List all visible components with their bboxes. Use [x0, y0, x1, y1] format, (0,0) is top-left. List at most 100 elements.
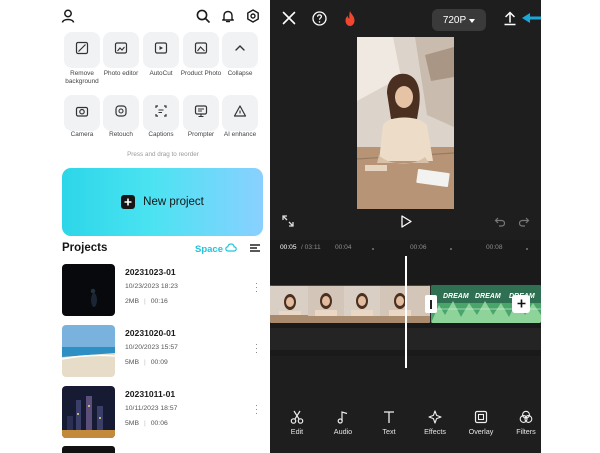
captions-tool[interactable]: [143, 95, 179, 131]
more-options-icon[interactable]: · · ·: [255, 279, 258, 296]
project-meta: 5MB | 00:09: [125, 359, 168, 366]
photo-editor-icon: [114, 41, 128, 60]
search-icon[interactable]: [196, 9, 210, 23]
product-photo-icon: [194, 41, 208, 60]
close-icon[interactable]: [282, 11, 296, 25]
toolbar-label: Edit: [290, 427, 304, 436]
autocut-tool[interactable]: [143, 32, 179, 68]
ai-enhance-tool[interactable]: [222, 95, 258, 131]
autocut-icon: [154, 41, 168, 60]
project-thumbnail-partial: [62, 446, 115, 453]
total-timecode: / 03:11: [301, 244, 321, 251]
toolbar-filters[interactable]: Filters: [503, 410, 541, 436]
projects-heading: Projects: [62, 242, 108, 254]
overlay-icon: [458, 410, 504, 424]
current-timecode: 00:05: [280, 244, 297, 251]
pointer-arrow-icon: [521, 12, 541, 24]
retouch-tool[interactable]: [103, 95, 139, 131]
photo-editor-tool[interactable]: [103, 32, 139, 68]
playhead[interactable]: [405, 256, 407, 368]
fullscreen-icon[interactable]: [282, 215, 294, 227]
settings-gear-icon[interactable]: [246, 9, 260, 23]
project-row[interactable]: 20231023-01 10/23/2023 18:23 2MB | 00:16 ·…: [62, 264, 268, 316]
profile-icon[interactable]: [61, 9, 75, 23]
project-size: 5MB: [125, 359, 139, 366]
space-link[interactable]: Space: [195, 243, 237, 255]
camera-icon: [75, 104, 89, 123]
new-project-button[interactable]: New project: [62, 168, 263, 236]
tool-label: AI enhance: [223, 131, 257, 138]
toolbar-label: Audio: [333, 427, 353, 436]
project-row[interactable]: 20231011-01 10/11/2023 18:57 5MB | 00:06 ·…: [62, 386, 268, 438]
more-options-icon[interactable]: · · ·: [255, 340, 258, 357]
toolbar-label: Text: [382, 427, 396, 436]
timeline-tick: 00:04: [335, 244, 352, 251]
home-top-bar: [56, 0, 270, 32]
toolbar-text[interactable]: Text: [366, 410, 412, 436]
project-thumbnail-night: [62, 264, 115, 316]
remove-background-icon: [75, 41, 89, 60]
timeline-dot: [372, 248, 374, 250]
plus-icon: [517, 295, 526, 313]
project-date: 10/11/2023 18:57: [125, 405, 178, 412]
video-preview[interactable]: [357, 37, 454, 209]
resolution-value: 720P: [442, 14, 467, 26]
add-clip-button[interactable]: [512, 295, 530, 313]
remove-background-tool[interactable]: [64, 32, 100, 68]
camera-tool[interactable]: [64, 95, 100, 131]
notification-bell-icon[interactable]: [221, 9, 235, 23]
capcut-home-panel: Remove background Photo editor AutoCut P…: [56, 0, 270, 453]
more-options-icon[interactable]: · · ·: [255, 401, 258, 418]
toolbar-effects[interactable]: Effects: [412, 410, 458, 436]
toolbar-label: Filters: [516, 427, 536, 436]
capcut-editor-panel: 720P 00:05 / 03:11 00:04 00:06 00:08 DRE…: [270, 0, 541, 453]
project-row[interactable]: 20231020-01 10/20/2023 15:57 5MB | 00:09 ·…: [62, 325, 268, 377]
music-note-icon: [320, 410, 366, 424]
resolution-dropdown[interactable]: 720P: [432, 9, 486, 31]
text-icon: [366, 410, 412, 424]
project-date: 10/20/2023 15:57: [125, 344, 178, 351]
toolbar-overlay[interactable]: Overlay: [458, 410, 504, 436]
toolbar-edit[interactable]: Edit: [274, 410, 320, 436]
project-name: 20231011-01: [125, 389, 176, 399]
project-name: 20231023-01: [125, 267, 176, 277]
transition-marker[interactable]: [425, 295, 437, 313]
prompter-icon: [194, 104, 208, 123]
project-meta: 5MB | 00:06: [125, 420, 168, 427]
flame-icon[interactable]: [343, 10, 357, 27]
captions-icon: [154, 104, 168, 123]
chevron-up-icon: [233, 41, 247, 60]
project-name: 20231020-01: [125, 328, 176, 338]
new-project-label: New project: [143, 196, 204, 208]
reorder-hint: Press and drag to reorder: [127, 151, 199, 158]
play-icon[interactable]: [400, 215, 412, 228]
product-photo-tool[interactable]: [183, 32, 219, 68]
caret-down-icon: [469, 15, 476, 26]
prompter-tool[interactable]: [183, 95, 219, 131]
redo-icon[interactable]: [518, 215, 530, 227]
collapse-tool[interactable]: [222, 32, 258, 68]
help-icon[interactable]: [312, 11, 327, 26]
project-duration: 00:16: [150, 298, 168, 305]
screen: Remove background Photo editor AutoCut P…: [0, 0, 600, 453]
timeline-dot: [450, 248, 452, 250]
project-duration: 00:06: [150, 420, 168, 427]
project-size: 2MB: [125, 298, 139, 305]
plus-icon: [121, 195, 136, 209]
tool-label: Collapse: [227, 70, 253, 77]
clip-overlay-text: DREAM: [475, 293, 501, 300]
sparkle-icon: [412, 410, 458, 424]
timeline-dot: [526, 248, 528, 250]
toolbar-label: Effects: [424, 427, 446, 436]
cloud-icon: [225, 243, 237, 255]
undo-icon[interactable]: [494, 215, 506, 227]
space-label: Space: [195, 243, 223, 255]
project-duration: 00:09: [150, 359, 168, 366]
filters-icon: [503, 410, 541, 424]
export-upload-icon[interactable]: [503, 11, 517, 26]
project-date: 10/23/2023 18:23: [125, 283, 178, 290]
project-thumbnail-city: [62, 386, 115, 438]
toolbar-audio[interactable]: Audio: [320, 410, 366, 436]
scissors-icon: [274, 410, 320, 424]
sort-menu-icon[interactable]: [249, 243, 261, 253]
